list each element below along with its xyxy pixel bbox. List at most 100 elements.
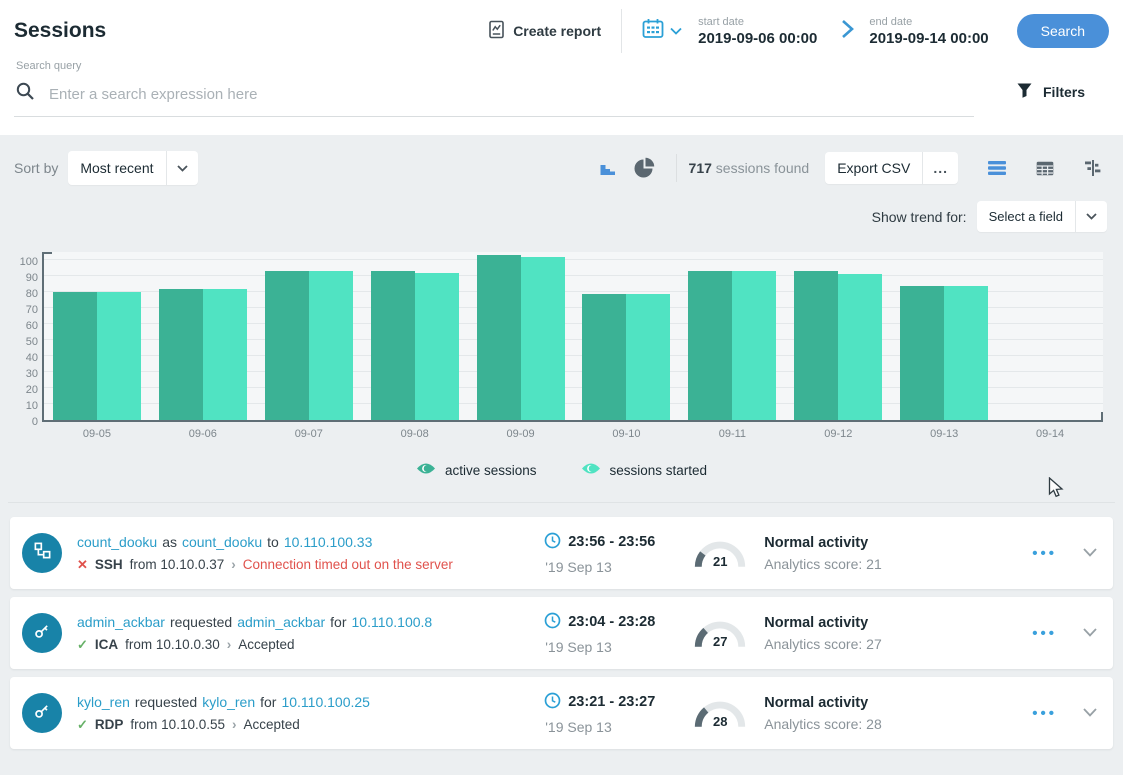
- chevron-separator: ›: [227, 637, 232, 652]
- end-date-field[interactable]: end date 2019-09-14 00:00: [869, 16, 988, 47]
- session-user2-link[interactable]: count_dooku: [182, 534, 262, 550]
- session-time-range: 23:04 - 23:28: [568, 614, 655, 630]
- sort-dropdown[interactable]: Most recent: [68, 151, 197, 185]
- search-query-label: Search query: [16, 60, 1109, 72]
- bar-group-09-09: [468, 252, 574, 420]
- start-date-value: 2019-09-06 00:00: [698, 30, 817, 47]
- x-axis-label-09-13: 09-13: [891, 428, 997, 440]
- bar-sessions-started-09-10: [626, 294, 670, 420]
- session-type-badge: [22, 693, 62, 733]
- session-protocol: SSH: [95, 557, 123, 572]
- session-protocol: ICA: [95, 637, 118, 652]
- session-verdict: Connection timed out on the server: [243, 557, 453, 572]
- y-axis-label-100: 100: [20, 256, 38, 268]
- search-field[interactable]: [14, 76, 974, 117]
- session-source: from 10.10.0.37: [130, 557, 225, 572]
- accepted-check-icon: ✓: [77, 717, 88, 733]
- table-view-icon[interactable]: [1028, 157, 1062, 180]
- bar-sessions-started-09-06: [203, 289, 247, 420]
- analytics-score-value: 21: [692, 554, 748, 569]
- bar-sessions-started-09-07: [309, 271, 353, 420]
- chevron-separator: ›: [231, 557, 236, 572]
- bar-group-09-12: [785, 252, 891, 420]
- analytics-score-value: 28: [692, 714, 748, 729]
- clock-icon: [544, 532, 561, 553]
- bar-group-09-05: [44, 252, 150, 420]
- activity-label: Normal activity: [764, 695, 1032, 711]
- export-csv-button[interactable]: Export CSV ...: [825, 152, 958, 184]
- create-report-button[interactable]: Create report: [489, 20, 601, 42]
- chart-legend: active sessions sessions started: [8, 462, 1115, 478]
- date-range-chevron-right-icon: [839, 19, 855, 44]
- row-expand-chevron-icon[interactable]: [1083, 544, 1097, 562]
- chart-plot-area: [42, 252, 1103, 422]
- analytics-score-label: Analytics score: 21: [764, 556, 1032, 572]
- session-row[interactable]: count_dooku as count_dooku to 10.110.100…: [10, 517, 1113, 589]
- row-expand-chevron-icon[interactable]: [1083, 704, 1097, 722]
- bar-group-09-06: [150, 252, 256, 420]
- results-count: 717 sessions found: [689, 160, 810, 176]
- bar-sessions-started-09-09: [521, 257, 565, 420]
- chevron-down-icon: [167, 165, 198, 172]
- row-more-button[interactable]: •••: [1032, 545, 1057, 562]
- accepted-check-icon: ✓: [77, 637, 88, 653]
- session-user-link[interactable]: kylo_ren: [77, 694, 130, 710]
- start-date-label: start date: [698, 16, 817, 28]
- legend-item-active-sessions[interactable]: active sessions: [416, 462, 537, 478]
- session-user2-link[interactable]: admin_ackbar: [237, 614, 325, 630]
- flow-view-icon[interactable]: [1076, 156, 1109, 180]
- session-row[interactable]: admin_ackbar requested admin_ackbar for …: [10, 597, 1113, 669]
- bar-sessions-started-09-11: [732, 271, 776, 420]
- export-more-button[interactable]: ...: [923, 152, 958, 184]
- row-more-button[interactable]: •••: [1032, 625, 1057, 642]
- calendar-icon: [642, 18, 666, 44]
- session-connector: requested: [170, 614, 232, 630]
- row-expand-chevron-icon[interactable]: [1083, 624, 1097, 642]
- filters-button[interactable]: Filters: [1016, 76, 1085, 102]
- trend-field-dropdown[interactable]: Select a field: [977, 201, 1107, 232]
- bar-sessions-started-09-05: [97, 292, 141, 420]
- pie-chart-view-icon[interactable]: [625, 153, 664, 183]
- session-user-link[interactable]: count_dooku: [77, 534, 157, 550]
- bar-active-sessions-09-12: [794, 271, 838, 420]
- x-axis-label-09-09: 09-09: [468, 428, 574, 440]
- session-verdict: Accepted: [243, 717, 299, 732]
- session-list: count_dooku as count_dooku to 10.110.100…: [8, 503, 1115, 749]
- analytics-score-gauge: 21: [692, 537, 748, 569]
- toolbar-divider: [676, 154, 677, 182]
- bar-active-sessions-09-11: [688, 271, 732, 420]
- session-target-link[interactable]: 10.110.100.25: [281, 694, 370, 710]
- session-type-badge: [22, 533, 62, 573]
- list-view-icon[interactable]: [980, 157, 1014, 179]
- bar-active-sessions-09-10: [582, 294, 626, 420]
- legend-item-sessions-started[interactable]: sessions started: [581, 462, 708, 478]
- y-axis-label-90: 90: [26, 272, 38, 284]
- session-user2-link[interactable]: kylo_ren: [202, 694, 255, 710]
- session-target-link[interactable]: 10.110.100.33: [284, 534, 373, 550]
- sort-by-label: Sort by: [14, 160, 58, 176]
- x-axis-label-09-14: 09-14: [997, 428, 1103, 440]
- row-more-button[interactable]: •••: [1032, 705, 1057, 722]
- y-axis-label-60: 60: [26, 320, 38, 332]
- calendar-chevron-down-icon: [670, 22, 682, 40]
- search-input[interactable]: [49, 86, 972, 103]
- analytics-score-value: 27: [692, 634, 748, 649]
- bar-chart-view-icon[interactable]: [591, 156, 625, 180]
- start-date-field[interactable]: start date 2019-09-06 00:00: [698, 16, 817, 47]
- bar-active-sessions-09-05: [53, 292, 97, 420]
- search-button[interactable]: Search: [1017, 14, 1109, 48]
- page-title: Sessions: [14, 19, 106, 43]
- clock-icon: [544, 692, 561, 713]
- results-section: Sort by Most recent 717 sessions found E…: [0, 135, 1123, 749]
- calendar-button[interactable]: [642, 18, 682, 44]
- key-icon: [33, 702, 51, 725]
- sessions-trend-chart: 0102030405060708090100: [14, 252, 1103, 422]
- session-row[interactable]: kylo_ren requested kylo_ren for 10.110.1…: [10, 677, 1113, 749]
- chart-x-axis: 09-0509-0609-0709-0809-0909-1009-1109-12…: [44, 428, 1103, 440]
- session-connector: requested: [135, 694, 197, 710]
- y-axis-label-0: 0: [32, 416, 38, 428]
- bar-group-09-11: [679, 252, 785, 420]
- session-target-link[interactable]: 10.110.100.8: [352, 614, 433, 630]
- session-user-link[interactable]: admin_ackbar: [77, 614, 165, 630]
- bar-group-09-13: [891, 252, 997, 420]
